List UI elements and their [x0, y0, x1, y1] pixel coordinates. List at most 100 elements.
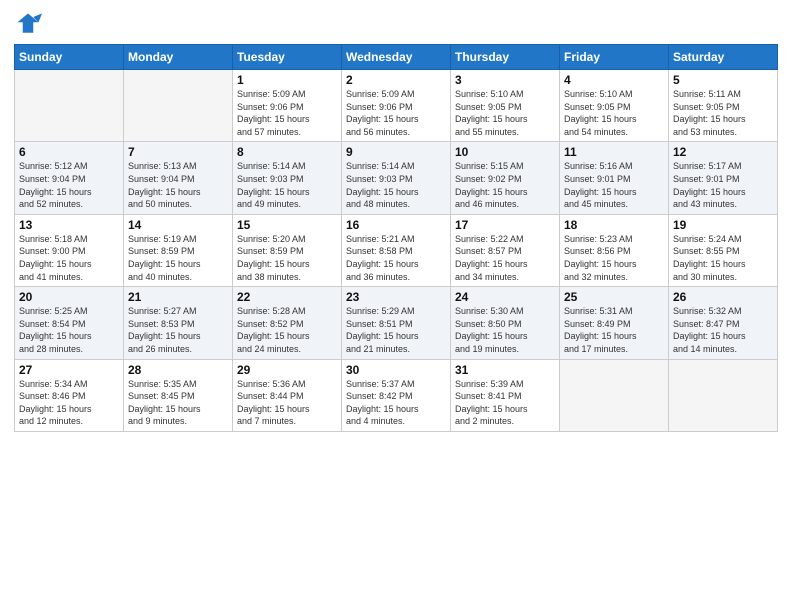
- day-info: Sunrise: 5:39 AM Sunset: 8:41 PM Dayligh…: [455, 378, 555, 428]
- weekday-header-saturday: Saturday: [669, 45, 778, 70]
- calendar-cell: 28Sunrise: 5:35 AM Sunset: 8:45 PM Dayli…: [124, 359, 233, 431]
- calendar-cell: 4Sunrise: 5:10 AM Sunset: 9:05 PM Daylig…: [560, 70, 669, 142]
- calendar: SundayMondayTuesdayWednesdayThursdayFrid…: [14, 44, 778, 432]
- day-number: 28: [128, 363, 228, 377]
- day-number: 2: [346, 73, 446, 87]
- day-info: Sunrise: 5:19 AM Sunset: 8:59 PM Dayligh…: [128, 233, 228, 283]
- weekday-header-friday: Friday: [560, 45, 669, 70]
- calendar-cell: 12Sunrise: 5:17 AM Sunset: 9:01 PM Dayli…: [669, 142, 778, 214]
- day-number: 9: [346, 145, 446, 159]
- day-number: 12: [673, 145, 773, 159]
- day-number: 27: [19, 363, 119, 377]
- calendar-row-2: 13Sunrise: 5:18 AM Sunset: 9:00 PM Dayli…: [15, 214, 778, 286]
- day-info: Sunrise: 5:35 AM Sunset: 8:45 PM Dayligh…: [128, 378, 228, 428]
- calendar-cell: 20Sunrise: 5:25 AM Sunset: 8:54 PM Dayli…: [15, 287, 124, 359]
- page: SundayMondayTuesdayWednesdayThursdayFrid…: [0, 0, 792, 612]
- calendar-row-3: 20Sunrise: 5:25 AM Sunset: 8:54 PM Dayli…: [15, 287, 778, 359]
- day-number: 8: [237, 145, 337, 159]
- calendar-cell: 1Sunrise: 5:09 AM Sunset: 9:06 PM Daylig…: [233, 70, 342, 142]
- day-info: Sunrise: 5:12 AM Sunset: 9:04 PM Dayligh…: [19, 160, 119, 210]
- day-info: Sunrise: 5:32 AM Sunset: 8:47 PM Dayligh…: [673, 305, 773, 355]
- weekday-header-tuesday: Tuesday: [233, 45, 342, 70]
- calendar-cell: 17Sunrise: 5:22 AM Sunset: 8:57 PM Dayli…: [451, 214, 560, 286]
- calendar-cell: 16Sunrise: 5:21 AM Sunset: 8:58 PM Dayli…: [342, 214, 451, 286]
- weekday-header-row: SundayMondayTuesdayWednesdayThursdayFrid…: [15, 45, 778, 70]
- day-info: Sunrise: 5:10 AM Sunset: 9:05 PM Dayligh…: [564, 88, 664, 138]
- calendar-cell: 21Sunrise: 5:27 AM Sunset: 8:53 PM Dayli…: [124, 287, 233, 359]
- weekday-header-sunday: Sunday: [15, 45, 124, 70]
- calendar-cell: 5Sunrise: 5:11 AM Sunset: 9:05 PM Daylig…: [669, 70, 778, 142]
- calendar-cell: [124, 70, 233, 142]
- calendar-cell: 9Sunrise: 5:14 AM Sunset: 9:03 PM Daylig…: [342, 142, 451, 214]
- calendar-cell: 27Sunrise: 5:34 AM Sunset: 8:46 PM Dayli…: [15, 359, 124, 431]
- calendar-cell: [560, 359, 669, 431]
- calendar-row-4: 27Sunrise: 5:34 AM Sunset: 8:46 PM Dayli…: [15, 359, 778, 431]
- day-number: 26: [673, 290, 773, 304]
- calendar-cell: 24Sunrise: 5:30 AM Sunset: 8:50 PM Dayli…: [451, 287, 560, 359]
- calendar-cell: 10Sunrise: 5:15 AM Sunset: 9:02 PM Dayli…: [451, 142, 560, 214]
- day-info: Sunrise: 5:18 AM Sunset: 9:00 PM Dayligh…: [19, 233, 119, 283]
- calendar-cell: 26Sunrise: 5:32 AM Sunset: 8:47 PM Dayli…: [669, 287, 778, 359]
- day-number: 13: [19, 218, 119, 232]
- calendar-cell: [15, 70, 124, 142]
- calendar-cell: 3Sunrise: 5:10 AM Sunset: 9:05 PM Daylig…: [451, 70, 560, 142]
- day-info: Sunrise: 5:25 AM Sunset: 8:54 PM Dayligh…: [19, 305, 119, 355]
- day-number: 29: [237, 363, 337, 377]
- day-info: Sunrise: 5:17 AM Sunset: 9:01 PM Dayligh…: [673, 160, 773, 210]
- calendar-cell: 18Sunrise: 5:23 AM Sunset: 8:56 PM Dayli…: [560, 214, 669, 286]
- day-number: 31: [455, 363, 555, 377]
- day-number: 5: [673, 73, 773, 87]
- calendar-row-1: 6Sunrise: 5:12 AM Sunset: 9:04 PM Daylig…: [15, 142, 778, 214]
- day-info: Sunrise: 5:15 AM Sunset: 9:02 PM Dayligh…: [455, 160, 555, 210]
- calendar-cell: 30Sunrise: 5:37 AM Sunset: 8:42 PM Dayli…: [342, 359, 451, 431]
- day-info: Sunrise: 5:34 AM Sunset: 8:46 PM Dayligh…: [19, 378, 119, 428]
- weekday-header-monday: Monday: [124, 45, 233, 70]
- day-number: 25: [564, 290, 664, 304]
- day-info: Sunrise: 5:09 AM Sunset: 9:06 PM Dayligh…: [237, 88, 337, 138]
- calendar-cell: 8Sunrise: 5:14 AM Sunset: 9:03 PM Daylig…: [233, 142, 342, 214]
- day-info: Sunrise: 5:29 AM Sunset: 8:51 PM Dayligh…: [346, 305, 446, 355]
- day-number: 1: [237, 73, 337, 87]
- day-info: Sunrise: 5:16 AM Sunset: 9:01 PM Dayligh…: [564, 160, 664, 210]
- day-info: Sunrise: 5:23 AM Sunset: 8:56 PM Dayligh…: [564, 233, 664, 283]
- calendar-cell: 29Sunrise: 5:36 AM Sunset: 8:44 PM Dayli…: [233, 359, 342, 431]
- day-number: 3: [455, 73, 555, 87]
- day-number: 14: [128, 218, 228, 232]
- day-info: Sunrise: 5:11 AM Sunset: 9:05 PM Dayligh…: [673, 88, 773, 138]
- calendar-cell: 22Sunrise: 5:28 AM Sunset: 8:52 PM Dayli…: [233, 287, 342, 359]
- calendar-row-0: 1Sunrise: 5:09 AM Sunset: 9:06 PM Daylig…: [15, 70, 778, 142]
- calendar-cell: 19Sunrise: 5:24 AM Sunset: 8:55 PM Dayli…: [669, 214, 778, 286]
- calendar-cell: 14Sunrise: 5:19 AM Sunset: 8:59 PM Dayli…: [124, 214, 233, 286]
- calendar-cell: 13Sunrise: 5:18 AM Sunset: 9:00 PM Dayli…: [15, 214, 124, 286]
- day-number: 4: [564, 73, 664, 87]
- day-info: Sunrise: 5:14 AM Sunset: 9:03 PM Dayligh…: [346, 160, 446, 210]
- calendar-cell: 7Sunrise: 5:13 AM Sunset: 9:04 PM Daylig…: [124, 142, 233, 214]
- day-info: Sunrise: 5:20 AM Sunset: 8:59 PM Dayligh…: [237, 233, 337, 283]
- day-info: Sunrise: 5:09 AM Sunset: 9:06 PM Dayligh…: [346, 88, 446, 138]
- day-number: 30: [346, 363, 446, 377]
- day-info: Sunrise: 5:28 AM Sunset: 8:52 PM Dayligh…: [237, 305, 337, 355]
- calendar-cell: 25Sunrise: 5:31 AM Sunset: 8:49 PM Dayli…: [560, 287, 669, 359]
- day-info: Sunrise: 5:37 AM Sunset: 8:42 PM Dayligh…: [346, 378, 446, 428]
- weekday-header-wednesday: Wednesday: [342, 45, 451, 70]
- day-number: 16: [346, 218, 446, 232]
- day-info: Sunrise: 5:14 AM Sunset: 9:03 PM Dayligh…: [237, 160, 337, 210]
- day-number: 10: [455, 145, 555, 159]
- day-number: 24: [455, 290, 555, 304]
- logo: [14, 10, 46, 38]
- calendar-cell: 23Sunrise: 5:29 AM Sunset: 8:51 PM Dayli…: [342, 287, 451, 359]
- day-number: 11: [564, 145, 664, 159]
- day-number: 20: [19, 290, 119, 304]
- calendar-cell: 15Sunrise: 5:20 AM Sunset: 8:59 PM Dayli…: [233, 214, 342, 286]
- calendar-cell: [669, 359, 778, 431]
- calendar-cell: 2Sunrise: 5:09 AM Sunset: 9:06 PM Daylig…: [342, 70, 451, 142]
- day-info: Sunrise: 5:21 AM Sunset: 8:58 PM Dayligh…: [346, 233, 446, 283]
- day-info: Sunrise: 5:31 AM Sunset: 8:49 PM Dayligh…: [564, 305, 664, 355]
- day-info: Sunrise: 5:13 AM Sunset: 9:04 PM Dayligh…: [128, 160, 228, 210]
- weekday-header-thursday: Thursday: [451, 45, 560, 70]
- day-info: Sunrise: 5:24 AM Sunset: 8:55 PM Dayligh…: [673, 233, 773, 283]
- day-info: Sunrise: 5:22 AM Sunset: 8:57 PM Dayligh…: [455, 233, 555, 283]
- day-info: Sunrise: 5:10 AM Sunset: 9:05 PM Dayligh…: [455, 88, 555, 138]
- day-number: 21: [128, 290, 228, 304]
- day-number: 23: [346, 290, 446, 304]
